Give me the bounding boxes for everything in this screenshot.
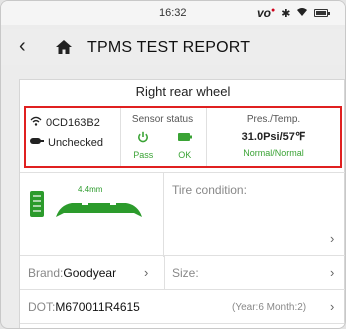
brand-size-row: Brand:Goodyear › Size: › bbox=[20, 256, 345, 290]
tread-profile-icon bbox=[54, 199, 144, 226]
sensor-status-column: Sensor status Pass OK bbox=[120, 108, 204, 166]
tread-depth-label: 4.4mm bbox=[78, 185, 103, 194]
battery-status: OK bbox=[177, 130, 192, 160]
sensor-id-row: 0CD163B2 bbox=[30, 116, 100, 129]
status-bar: 16:32 vo● ✱ bbox=[1, 1, 345, 25]
device-screen: 16:32 vo● ✱ ‹ TPMS TEST REPORT Right rea… bbox=[0, 0, 346, 329]
power-status: Pass bbox=[133, 130, 153, 160]
brand-field[interactable]: Brand:Goodyear bbox=[28, 266, 116, 280]
brand-value: Goodyear bbox=[63, 266, 117, 280]
sensor-status-header: Sensor status bbox=[131, 114, 194, 125]
volte-icon: vo● bbox=[257, 6, 276, 20]
power-icon bbox=[137, 130, 149, 144]
wifi-icon bbox=[296, 7, 308, 20]
size-field[interactable]: Size: bbox=[172, 266, 199, 280]
tire-row: 4.4mm Tire condition: › bbox=[20, 172, 345, 257]
pressure-temp-value: 31.0Psi/57℉ bbox=[241, 131, 306, 143]
title-bar: ‹ TPMS TEST REPORT bbox=[1, 29, 345, 65]
tire-side-icon bbox=[30, 191, 44, 222]
tread-depth-panel[interactable]: 4.4mm bbox=[20, 173, 164, 257]
dot-date: (Year:6 Month:2) bbox=[232, 302, 307, 313]
sensor-battery-icon bbox=[177, 130, 192, 144]
report-card: Right rear wheel 0CD163B2 Unchecked Sens… bbox=[19, 79, 345, 328]
pressure-temp-state: Normal/Normal bbox=[243, 148, 304, 158]
home-icon[interactable] bbox=[55, 38, 73, 56]
size-chevron-icon[interactable]: › bbox=[330, 265, 334, 280]
dot-value: M670011R4615 bbox=[55, 300, 140, 314]
tire-condition-label: Tire condition: bbox=[172, 183, 247, 197]
bluetooth-icon: ✱ bbox=[281, 7, 291, 20]
pressure-temp-column: Pres./Temp. 31.0Psi/57℉ Normal/Normal bbox=[206, 108, 340, 166]
brand-chevron-icon[interactable]: › bbox=[144, 265, 148, 280]
sensor-info-box: 0CD163B2 Unchecked Sensor status Pass OK… bbox=[24, 106, 342, 168]
dot-chevron-icon[interactable]: › bbox=[330, 299, 334, 314]
wheel-title: Right rear wheel bbox=[135, 84, 231, 99]
page-title: TPMS TEST REPORT bbox=[87, 39, 251, 56]
tire-condition-chevron-icon[interactable]: › bbox=[330, 231, 334, 246]
sensor-id: 0CD163B2 bbox=[46, 116, 100, 129]
status-time: 16:32 bbox=[159, 7, 187, 19]
status-icons: vo● ✱ bbox=[257, 6, 331, 20]
pressure-temp-header: Pres./Temp. bbox=[246, 114, 301, 125]
sensor-state-row: Unchecked bbox=[30, 136, 103, 149]
back-arrow-icon[interactable]: ‹ bbox=[19, 36, 26, 56]
power-status-label: Pass bbox=[133, 150, 154, 160]
sensor-id-column: 0CD163B2 Unchecked bbox=[30, 108, 118, 166]
sensor-icon bbox=[30, 136, 44, 149]
battery-icon bbox=[314, 9, 331, 17]
dot-field: DOT:M670011R4615 bbox=[28, 300, 140, 314]
signal-icon bbox=[30, 116, 42, 129]
sensor-state: Unchecked bbox=[48, 136, 104, 149]
sensor-status-items: Pass OK bbox=[121, 130, 204, 160]
battery-status-label: OK bbox=[178, 150, 192, 160]
dot-row[interactable]: DOT:M670011R4615 (Year:6 Month:2) › bbox=[20, 290, 345, 324]
